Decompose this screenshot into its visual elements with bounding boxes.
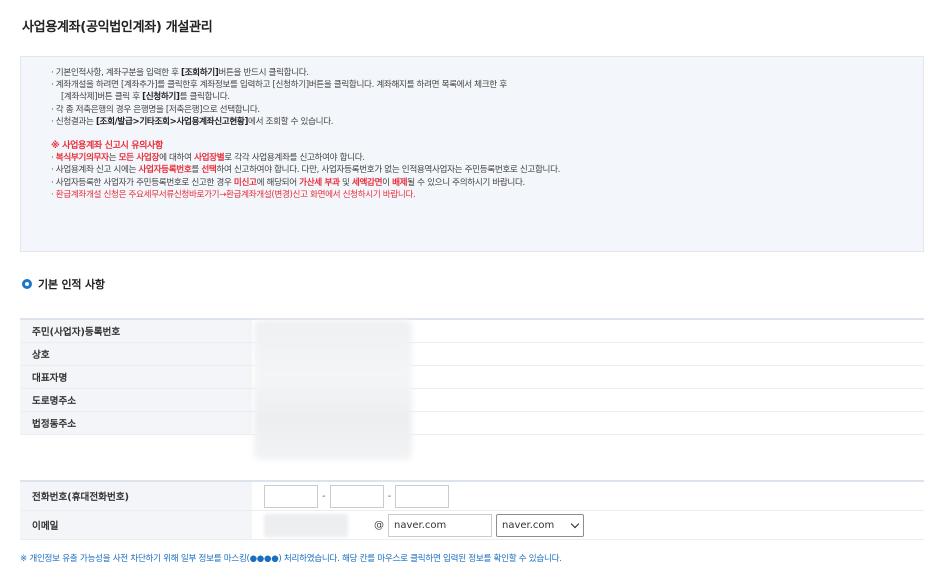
notice-box: · 기본인적사항, 계좌구분을 입력한 후 [조회하기]버튼을 반드시 클릭합니… xyxy=(20,56,924,252)
warning-line: · 사업자등록한 사업자가 주민등록번호로 신고한 경우 미신고에 해당되어 가… xyxy=(51,177,525,188)
masked-info-overlay[interactable] xyxy=(254,320,412,460)
notice-line: · 신청결과는 [조회/발급>기타조회>사업용계좌신고현황]에서 조회할 수 있… xyxy=(51,116,334,127)
table-row: 전화번호(휴대전화번호) - - xyxy=(20,482,924,511)
email-group: @ naver.com xyxy=(252,511,924,539)
table-row: 이메일 @ naver.com xyxy=(20,511,924,540)
basic-info-table: 주민(사업자)등록번호 상호 대표자명 도로명주소 법정동주소 xyxy=(20,318,924,435)
email-domain-input[interactable] xyxy=(388,513,492,537)
label-phone: 전화번호(휴대전화번호) xyxy=(20,482,252,510)
email-domain-select[interactable]: naver.com xyxy=(496,513,584,537)
email-id-input[interactable] xyxy=(264,513,348,537)
warning-title: ※ 사업용계좌 신고시 유의사항 xyxy=(51,141,163,152)
page-title: 사업용계좌(공익법인계좌) 개설관리 xyxy=(22,20,213,35)
label-legal-address: 법정동주소 xyxy=(20,412,252,434)
label-road-address: 도로명주소 xyxy=(20,389,252,411)
warning-line: · 복식부기의무자는 모든 사업장에 대하여 사업장별로 각각 사업용계좌를 신… xyxy=(51,153,365,164)
warning-line: · 환급계좌개설 신청은 주요세무서류신청바로가기→환급계좌개설(변경)신고 화… xyxy=(51,189,416,200)
bullet-circle-icon xyxy=(22,279,32,289)
phone-part3-input[interactable] xyxy=(395,484,450,508)
phone-separator: - xyxy=(387,490,392,502)
phone-part1-input[interactable] xyxy=(264,484,318,508)
notice-line: · 계좌개설을 하려면 [계좌추가]를 클릭한후 계좌정보를 입력하고 [신청하… xyxy=(51,80,507,91)
table-row: 도로명주소 xyxy=(20,389,924,412)
contact-table: 전화번호(휴대전화번호) - - 이메일 @ naver.com xyxy=(20,480,924,540)
warning-line: · 사업용계좌 신고 시에는 사업자등록번호를 선택하여 신고하여야 합니다. … xyxy=(51,165,561,176)
phone-part2-input[interactable] xyxy=(329,484,384,508)
privacy-footnote: ※ 개인정보 유출 가능성을 사전 차단하기 위해 일부 정보를 마스킹(●●●… xyxy=(20,554,562,564)
table-row: 주민(사업자)등록번호 xyxy=(20,320,924,343)
label-resident-no: 주민(사업자)등록번호 xyxy=(20,320,252,342)
table-row: 법정동주소 xyxy=(20,412,924,435)
label-email: 이메일 xyxy=(20,511,252,539)
label-representative: 대표자명 xyxy=(20,366,252,388)
phone-group: - - xyxy=(252,482,924,510)
section-title: 기본 인적 사항 xyxy=(22,276,105,292)
phone-separator: - xyxy=(322,490,326,502)
chevron-down-icon xyxy=(570,519,580,528)
email-at-sign: @ xyxy=(374,519,384,531)
notice-line: [계좌삭제]버튼 클릭 후 [신청하기]를 클릭합니다. xyxy=(61,92,230,103)
table-row: 대표자명 xyxy=(20,366,924,389)
notice-line: · 기본인적사항, 계좌구분을 입력한 후 [조회하기]버튼을 반드시 클릭합니… xyxy=(51,68,309,78)
table-row: 상호 xyxy=(20,343,924,366)
label-trade-name: 상호 xyxy=(20,343,252,365)
notice-line: · 각 종 저축은행의 경우 은행명을 [저축은행]으로 선택합니다. xyxy=(51,104,260,115)
